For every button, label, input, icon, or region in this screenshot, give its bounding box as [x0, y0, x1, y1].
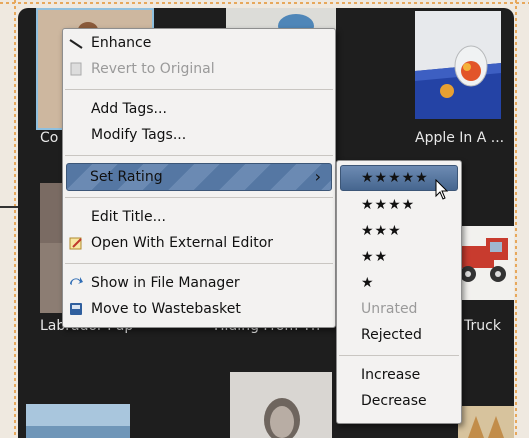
apple-painting-image — [415, 11, 501, 119]
thumbnail-caption: Co — [40, 130, 59, 146]
rating-item-four-stars[interactable]: ★★★★ — [361, 193, 457, 217]
rating-item-rejected[interactable]: Rejected — [361, 323, 457, 347]
photo-context-menu: Enhance Revert to Original Add Tags... M… — [62, 28, 336, 328]
rating-item-one-star[interactable]: ★ — [361, 271, 457, 295]
menu-item-label: Move to Wastebasket — [91, 301, 241, 317]
truck-painting-image — [454, 226, 514, 300]
menu-item-enhance[interactable]: Enhance — [67, 31, 331, 55]
menu-item-label: Open With External Editor — [91, 235, 274, 251]
photo-thumbnail-truck[interactable] — [454, 226, 514, 300]
menu-item-edit-title[interactable]: Edit Title... — [67, 205, 331, 229]
enhance-icon — [69, 39, 83, 49]
top-dashed-border — [0, 0, 529, 6]
rating-item-two-stars[interactable]: ★★ — [361, 245, 457, 269]
portrait-image — [230, 372, 332, 438]
menu-item-label: ★★★★★ — [361, 170, 429, 186]
left-dashed-border — [14, 0, 16, 438]
menu-item-modify-tags[interactable]: Modify Tags... — [67, 123, 331, 147]
menu-item-label: Modify Tags... — [91, 127, 187, 143]
photo-thumbnail-sky[interactable] — [26, 404, 130, 438]
photo-image — [26, 404, 130, 438]
menu-item-set-rating[interactable]: Set Rating › — [66, 163, 332, 191]
chevron-right-icon: › — [314, 167, 321, 186]
photo-thumbnail-apple[interactable] — [415, 11, 501, 119]
menu-separator — [65, 155, 333, 156]
menu-item-label: Edit Title... — [91, 209, 166, 225]
rating-item-increase[interactable]: Increase — [361, 363, 457, 387]
thumbnail-caption: Apple In A ... — [415, 130, 505, 146]
photo-thumbnail-cat[interactable] — [458, 406, 514, 438]
menu-item-open-external-editor[interactable]: Open With External Editor — [67, 231, 331, 255]
photo-thumbnail-portrait[interactable] — [230, 372, 332, 438]
menu-separator — [65, 263, 333, 264]
menu-item-label: Add Tags... — [91, 101, 167, 117]
rating-item-three-stars[interactable]: ★★★ — [361, 219, 457, 243]
rating-item-decrease[interactable]: Decrease — [361, 389, 457, 413]
menu-separator — [65, 89, 333, 90]
revert-icon — [70, 62, 82, 76]
edit-icon — [69, 237, 82, 250]
menu-separator — [65, 197, 333, 198]
cat-image — [458, 406, 514, 438]
right-dashed-border — [515, 0, 517, 438]
menu-item-revert[interactable]: Revert to Original — [67, 57, 331, 81]
rating-item-unrated[interactable]: Unrated — [361, 297, 457, 321]
menu-item-move-to-wastebasket[interactable]: Move to Wastebasket — [67, 297, 331, 321]
menu-item-label: Revert to Original — [91, 61, 215, 77]
thumbnail-caption: Truck — [464, 318, 501, 334]
menu-item-label: Enhance — [91, 35, 152, 51]
show-folder-icon — [70, 277, 83, 285]
menu-item-add-tags[interactable]: Add Tags... — [67, 97, 331, 121]
rating-submenu: ★★★★★ ★★★★ ★★★ ★★ ★ Unrated Rejected Inc… — [336, 160, 462, 424]
menu-item-show-in-file-manager[interactable]: Show in File Manager — [67, 271, 331, 295]
menu-separator — [339, 355, 459, 356]
menu-item-label: Set Rating — [90, 169, 163, 185]
menu-item-label: Show in File Manager — [91, 275, 240, 291]
trash-icon — [70, 303, 82, 315]
